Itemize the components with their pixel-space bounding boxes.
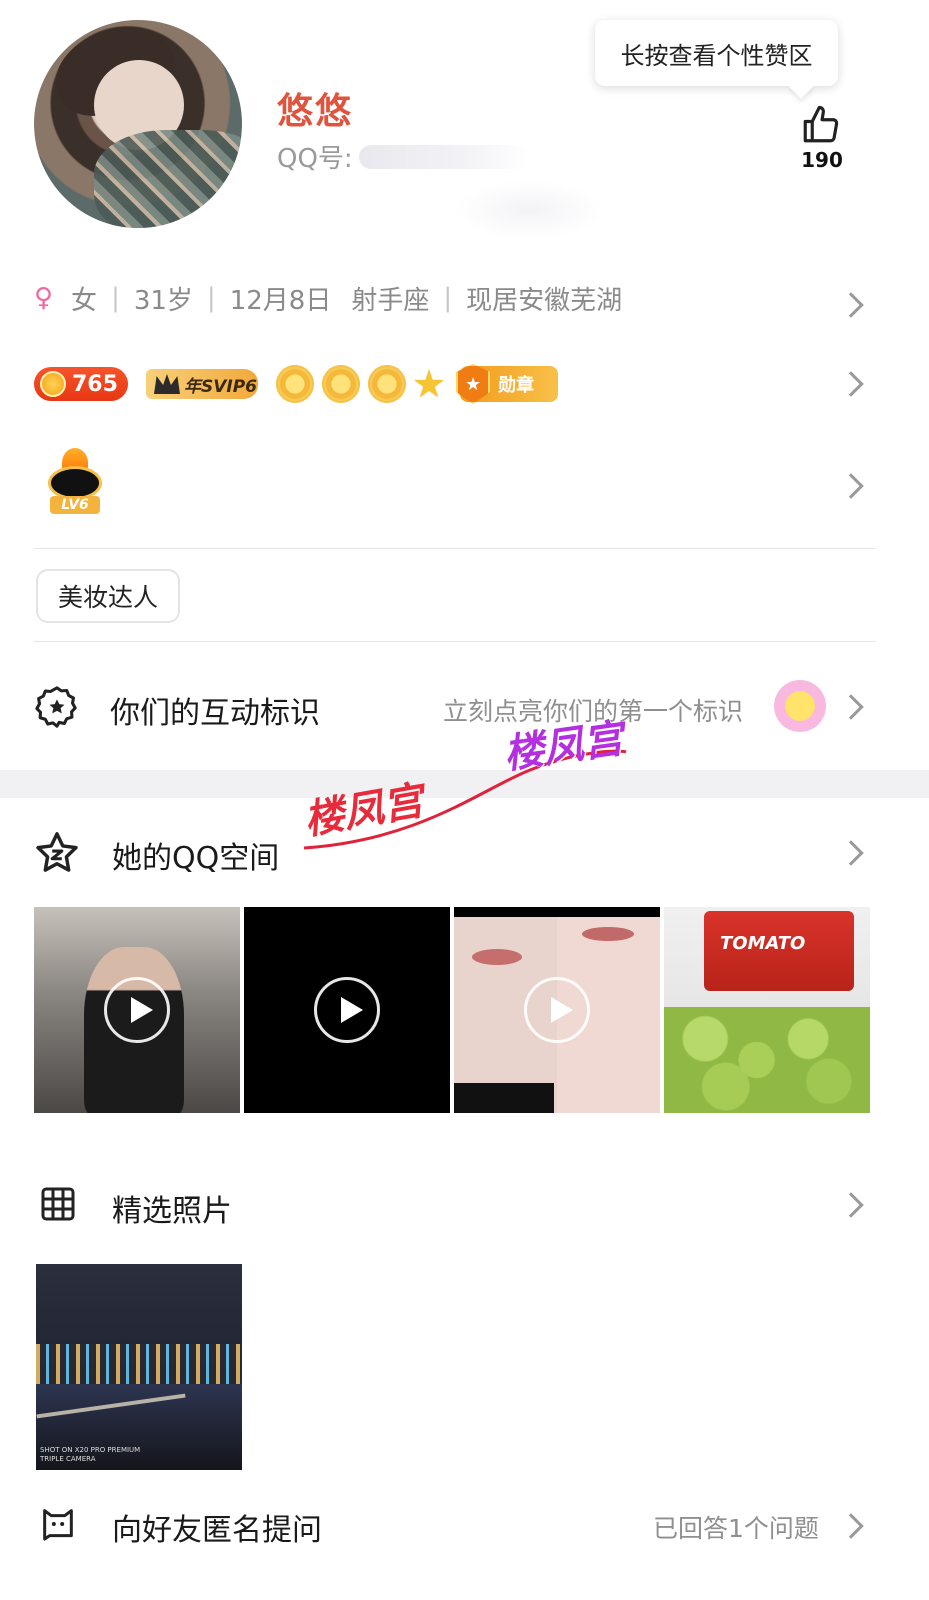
- nickname: 悠悠: [277, 91, 354, 132]
- qzone-video-thumb[interactable]: [244, 907, 450, 1113]
- coin-icon: [40, 371, 66, 397]
- like-tooltip-text: 长按查看个性赞区: [620, 41, 813, 70]
- chevron-right-icon[interactable]: [838, 1513, 864, 1539]
- medal-label: 勋章: [498, 375, 535, 396]
- badges-row[interactable]: 765 年SVIP6 ★ ★ 勋章: [34, 362, 559, 406]
- separator: |: [111, 283, 120, 313]
- play-icon: [104, 977, 170, 1043]
- qzone-video-thumb[interactable]: [454, 907, 660, 1113]
- anonymous-mask-icon: [38, 1504, 78, 1544]
- medal-badge[interactable]: ★ 勋章: [456, 364, 559, 404]
- sun-level-icon: [322, 365, 360, 403]
- like-count: 190: [801, 148, 843, 172]
- sun-level-icon: [368, 365, 406, 403]
- svip-label: 年SVIP6: [184, 376, 258, 397]
- qzone-photo-thumb[interactable]: TOMATO: [664, 907, 870, 1113]
- anon-question-hint[interactable]: 已回答1个问题: [653, 1509, 819, 1545]
- avatar[interactable]: [34, 20, 242, 228]
- coin-value: 765: [72, 371, 118, 397]
- star-level-icon: ★: [412, 362, 447, 406]
- zodiac: 射手座: [351, 285, 430, 316]
- chevron-right-icon[interactable]: [838, 840, 864, 866]
- divider: [34, 641, 876, 642]
- tomato-label: TOMATO: [720, 933, 806, 954]
- crown-icon: [154, 374, 180, 394]
- blur-smudge: [455, 180, 605, 240]
- interaction-mark-icon: [34, 684, 80, 730]
- featured-photos-title[interactable]: 精选照片: [112, 1186, 232, 1230]
- qq-label: QQ号:: [277, 144, 353, 174]
- anon-question-title[interactable]: 向好友匿名提问: [112, 1505, 322, 1549]
- separator: |: [443, 283, 453, 313]
- basic-info-row[interactable]: ♀ 女 | 31岁 | 12月8日 射手座 | 现居安徽芜湖: [34, 278, 622, 318]
- svip-badge[interactable]: 年SVIP6: [146, 369, 258, 399]
- play-icon: [524, 977, 590, 1043]
- gender: 女: [71, 285, 98, 316]
- chevron-right-icon[interactable]: [838, 292, 864, 318]
- divider: [34, 548, 876, 549]
- photo-caption: SHOT ON X20 PRO PREMIUM TRIPLE CAMERA: [40, 1446, 141, 1463]
- play-icon: [314, 977, 380, 1043]
- chevron-right-icon[interactable]: [838, 1192, 864, 1218]
- qq-number: QQ号:: [277, 138, 529, 175]
- medal-star-icon: ★: [456, 364, 491, 404]
- featured-photo[interactable]: SHOT ON X20 PRO PREMIUM TRIPLE CAMERA: [36, 1264, 242, 1470]
- like-button[interactable]: [795, 104, 847, 150]
- thumbs-up-icon: [803, 105, 839, 143]
- chevron-right-icon[interactable]: [838, 473, 864, 499]
- level-badge-label: LV6: [50, 496, 100, 514]
- qzone-video-thumb[interactable]: [34, 907, 240, 1113]
- personal-tag-chip[interactable]: 美妆达人: [36, 569, 180, 623]
- birthday: 12月8日: [229, 285, 332, 316]
- sun-level-icon: [276, 365, 314, 403]
- separator: |: [206, 283, 216, 313]
- like-tooltip: 长按查看个性赞区: [595, 20, 838, 86]
- qzone-star-icon: [34, 830, 80, 876]
- flower-smiley-icon: [774, 680, 826, 732]
- grid-icon: [38, 1184, 78, 1224]
- qq-number-blurred: [358, 144, 529, 169]
- female-icon: ♀: [34, 283, 54, 313]
- location: 现居安徽芜湖: [466, 285, 623, 316]
- age: 31岁: [133, 285, 193, 316]
- chevron-right-icon[interactable]: [838, 694, 864, 720]
- coin-badge[interactable]: 765: [34, 367, 128, 401]
- interaction-mark-title[interactable]: 你们的互动标识: [110, 688, 320, 732]
- qzone-title[interactable]: 她的QQ空间: [112, 833, 279, 877]
- personal-tag-label: 美妆达人: [57, 583, 158, 612]
- game-level-badge[interactable]: LV6: [44, 448, 106, 518]
- chevron-right-icon[interactable]: [838, 371, 864, 397]
